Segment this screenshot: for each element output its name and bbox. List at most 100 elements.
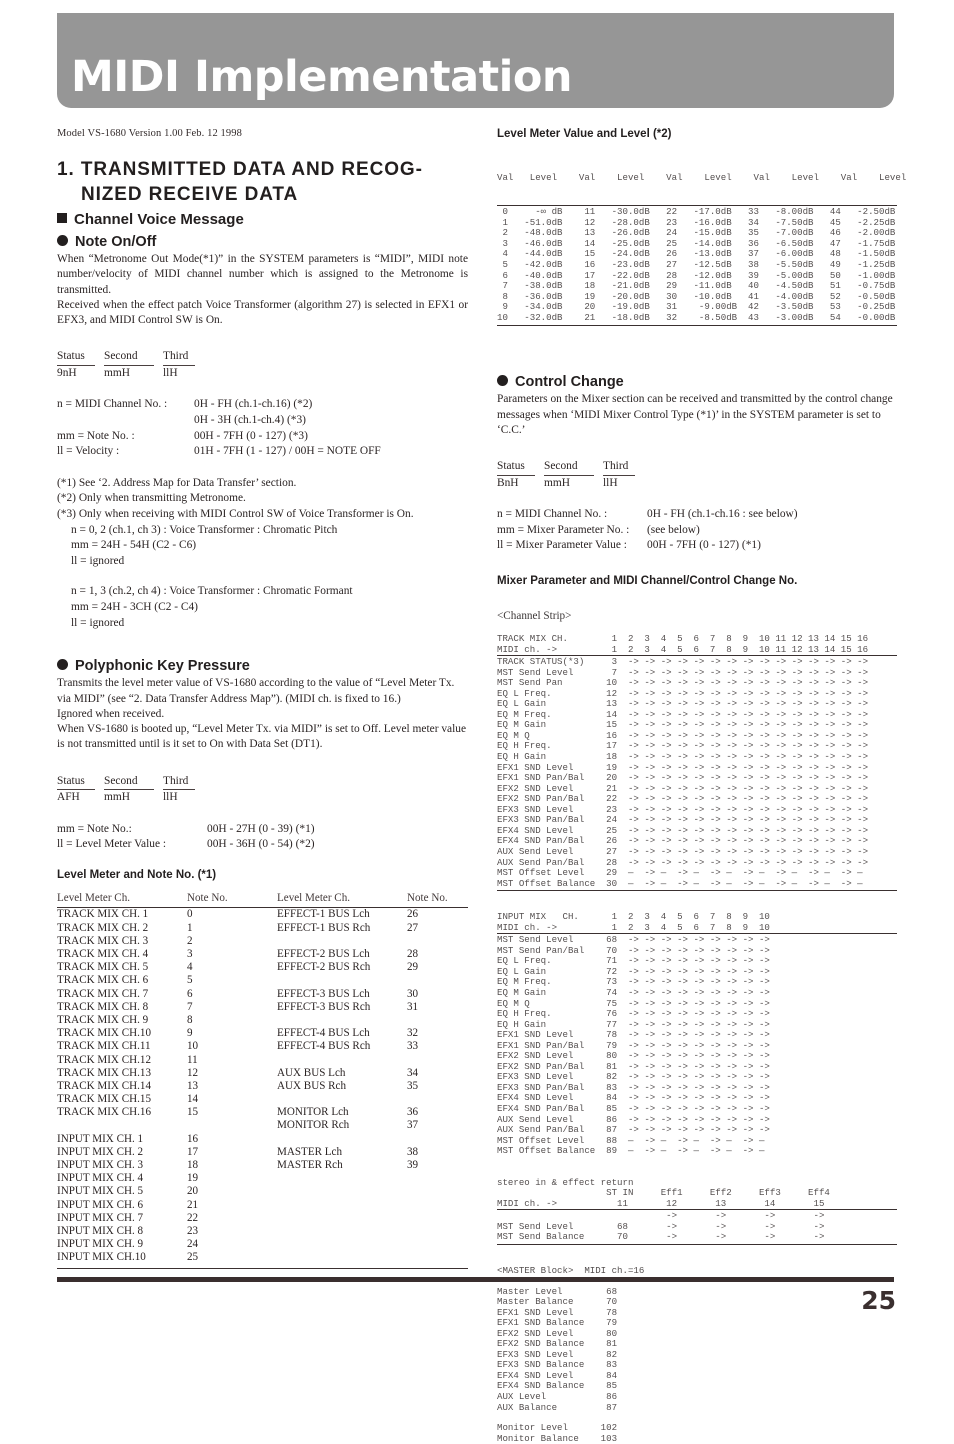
table-cell [277,1238,407,1251]
table-cell [407,1251,468,1267]
table-cell [407,1093,468,1106]
table-row: INPUT MIX CH. 6 21 [57,1198,468,1211]
channel-strip-table: TRACK MIX CH. 1 2 3 4 5 6 7 8 9 10 11 12… [497,633,897,892]
table-row: TRACK MIX CH.11 10 EFFECT-4 BUS Rch 33 [57,1040,468,1053]
footnote-indent-a-3: ll = ignored [71,554,125,567]
poly-key-pressure-paragraph-3: When VS-1680 is booted up, “Level Meter … [57,723,467,751]
control-change-definitions: n = MIDI Channel No. : 0H - FH (ch.1-ch.1… [497,507,897,554]
col-header-level-meter-ch-1: Level Meter Ch. [57,891,187,908]
table-cell [277,1013,407,1026]
table-cell: 35 [407,1079,419,1092]
table-row: TRACK MIX CH. 9 8 [57,1013,468,1026]
col-header-note-no-1: Note No. [187,891,277,908]
heading-control-change-label: Control Change [515,374,624,391]
definition-value: (see below) [647,523,700,536]
table-row: TRACK MIX CH. 4 3 EFFECT-2 BUS Lch 28 [57,947,468,960]
masthead-banner: MIDI Implementation [57,13,894,108]
table-cell: 9 [187,1027,193,1040]
subheading-channel-voice-message: Channel Voice Message [57,211,468,228]
table-cell: TRACK MIX CH. 9 [57,1013,149,1026]
table-row: TRACK MIX CH.15 14 [57,1093,468,1106]
table-cell [57,1119,187,1132]
status-header-row: Status Second Third [497,459,897,476]
stereo-in-body: -> -> -> -> MST Send Level 68 -> -> -> -… [497,1209,897,1245]
table-cell: INPUT MIX CH. 6 [57,1198,144,1211]
poly-key-pressure-paragraph-1: Transmits the level meter value of VS-16… [57,677,455,705]
table-cell: TRACK MIX CH.16 [57,1106,151,1119]
footer-rule [57,1277,894,1282]
table-cell: TRACK MIX CH.13 [57,1066,151,1079]
table-cell: 26 [407,908,419,921]
table-cell: 8 [187,1013,193,1026]
table-cell: EFFECT-3 BUS Lch [277,987,370,1000]
level-value-table-title: Level Meter Value and Level (*2) [497,128,672,140]
table-cell [277,1172,407,1185]
table-bottom-rule [57,1268,468,1270]
table-cell: 17 [187,1145,199,1158]
definition-label: ll = Level Meter Value : [57,838,167,851]
table-cell [277,1132,407,1145]
footnote-indent-b-3: ll = ignored [71,616,125,629]
status-col-value: BnH [497,476,519,489]
table-cell: 37 [407,1119,419,1132]
status-col-header: Status [57,774,95,791]
table-cell: AUX BUS Lch [277,1066,346,1079]
definition-row: ll = Velocity : 01H - 7FH (1 - 127) / 00H… [57,444,468,460]
table-cell: 5 [187,974,193,987]
footnote-indent-b-2: mm = 24H - 3CH (C2 - C4) [71,601,198,614]
third-col-header: Third [603,459,635,476]
definition-row: ll = Level Meter Value : 00H - 36H (0 - 5… [57,837,468,853]
definition-value: 01H - 7FH (1 - 127) / 00H = NOTE OFF [194,445,381,458]
level-meter-note-table-title: Level Meter and Note No. (*1) [57,868,217,881]
definition-row: 0H - 3H (ch.1-ch.4) (*3) [57,413,468,429]
table-cell: AUX BUS Rch [277,1079,347,1092]
table-cell: 13 [187,1079,199,1092]
status-value-row: BnH mmH llH [497,476,897,492]
table-row: INPUT MIX CH. 4 19 [57,1172,468,1185]
table-cell [407,1053,468,1066]
second-col-header: Second [544,459,594,476]
table-row: TRACK MIX CH.12 11 [57,1053,468,1066]
heading-polyphonic-key-pressure: Polyphonic Key Pressure [57,658,468,674]
input-mix-table: INPUT MIX CH. 1 2 3 4 5 6 7 8 9 10 MIDI … [497,911,897,1157]
channel-strip-label: <Channel Strip> [497,610,572,623]
table-cell: INPUT MIX CH. 2 [57,1145,144,1158]
table-cell: 16 [187,1132,199,1145]
second-col-value: mmH [104,791,130,804]
page-title: MIDI Implementation [71,52,573,102]
third-col-value: llH [163,366,178,379]
definition-label: n = MIDI Channel No. : [497,508,608,521]
table-cell: 21 [187,1198,199,1211]
level-value-body: 0 -∞ dB 11 -30.0dB 22 -17.0dB 33 -8.00dB… [497,204,897,326]
table-cell: TRACK MIX CH.15 [57,1093,151,1106]
table-cell: TRACK MIX CH. 3 [57,934,149,947]
table-cell: 34 [407,1066,419,1079]
table-cell: 10 [187,1040,199,1053]
table-row: TRACK MIX CH. 1 0 EFFECT-1 BUS Lch 26 [57,907,468,921]
mixer-param-title: Mixer Parameter and MIDI Channel/Control… [497,575,798,588]
definition-value: 00H - 36H (0 - 54) (*2) [207,838,315,851]
table-row: INPUT MIX CH. 1 16 [57,1132,468,1145]
left-column: Model VS-1680 Version 1.00 Feb. 12 1998 … [57,128,468,1270]
table-cell [407,934,468,947]
master-block-monitor: Monitor Level 102 Monitor Balance 103 [497,1422,618,1444]
table-cell [407,974,468,987]
definition-label: ll = Mixer Parameter Value : [497,539,627,552]
table-cell: 29 [407,961,419,974]
table-cell: INPUT MIX CH. 5 [57,1185,144,1198]
table-cell: 24 [187,1238,199,1251]
table-cell: TRACK MIX CH. 2 [57,921,149,934]
definition-value: 0H - FH (ch.1-ch.16 : see below) [647,508,798,521]
table-row: TRACK MIX CH.13 12 AUX BUS Lch 34 [57,1066,468,1079]
table-cell: TRACK MIX CH.10 [57,1027,151,1040]
table-cell: TRACK MIX CH.14 [57,1079,151,1092]
table-cell [407,1224,468,1237]
table-cell [187,1119,277,1132]
table-cell: EFFECT-2 BUS Lch [277,948,370,961]
table-cell: EFFECT-3 BUS Rch [277,1000,371,1013]
table-row: INPUT MIX CH.10 25 [57,1251,468,1267]
table-cell: TRACK MIX CH. 8 [57,1000,149,1013]
footnote-3: (*3) Only when receiving with MIDI Contr… [57,508,414,521]
table-cell [277,934,407,947]
input-mix-header: INPUT MIX CH. 1 2 3 4 5 6 7 8 9 10 MIDI … [497,911,770,933]
